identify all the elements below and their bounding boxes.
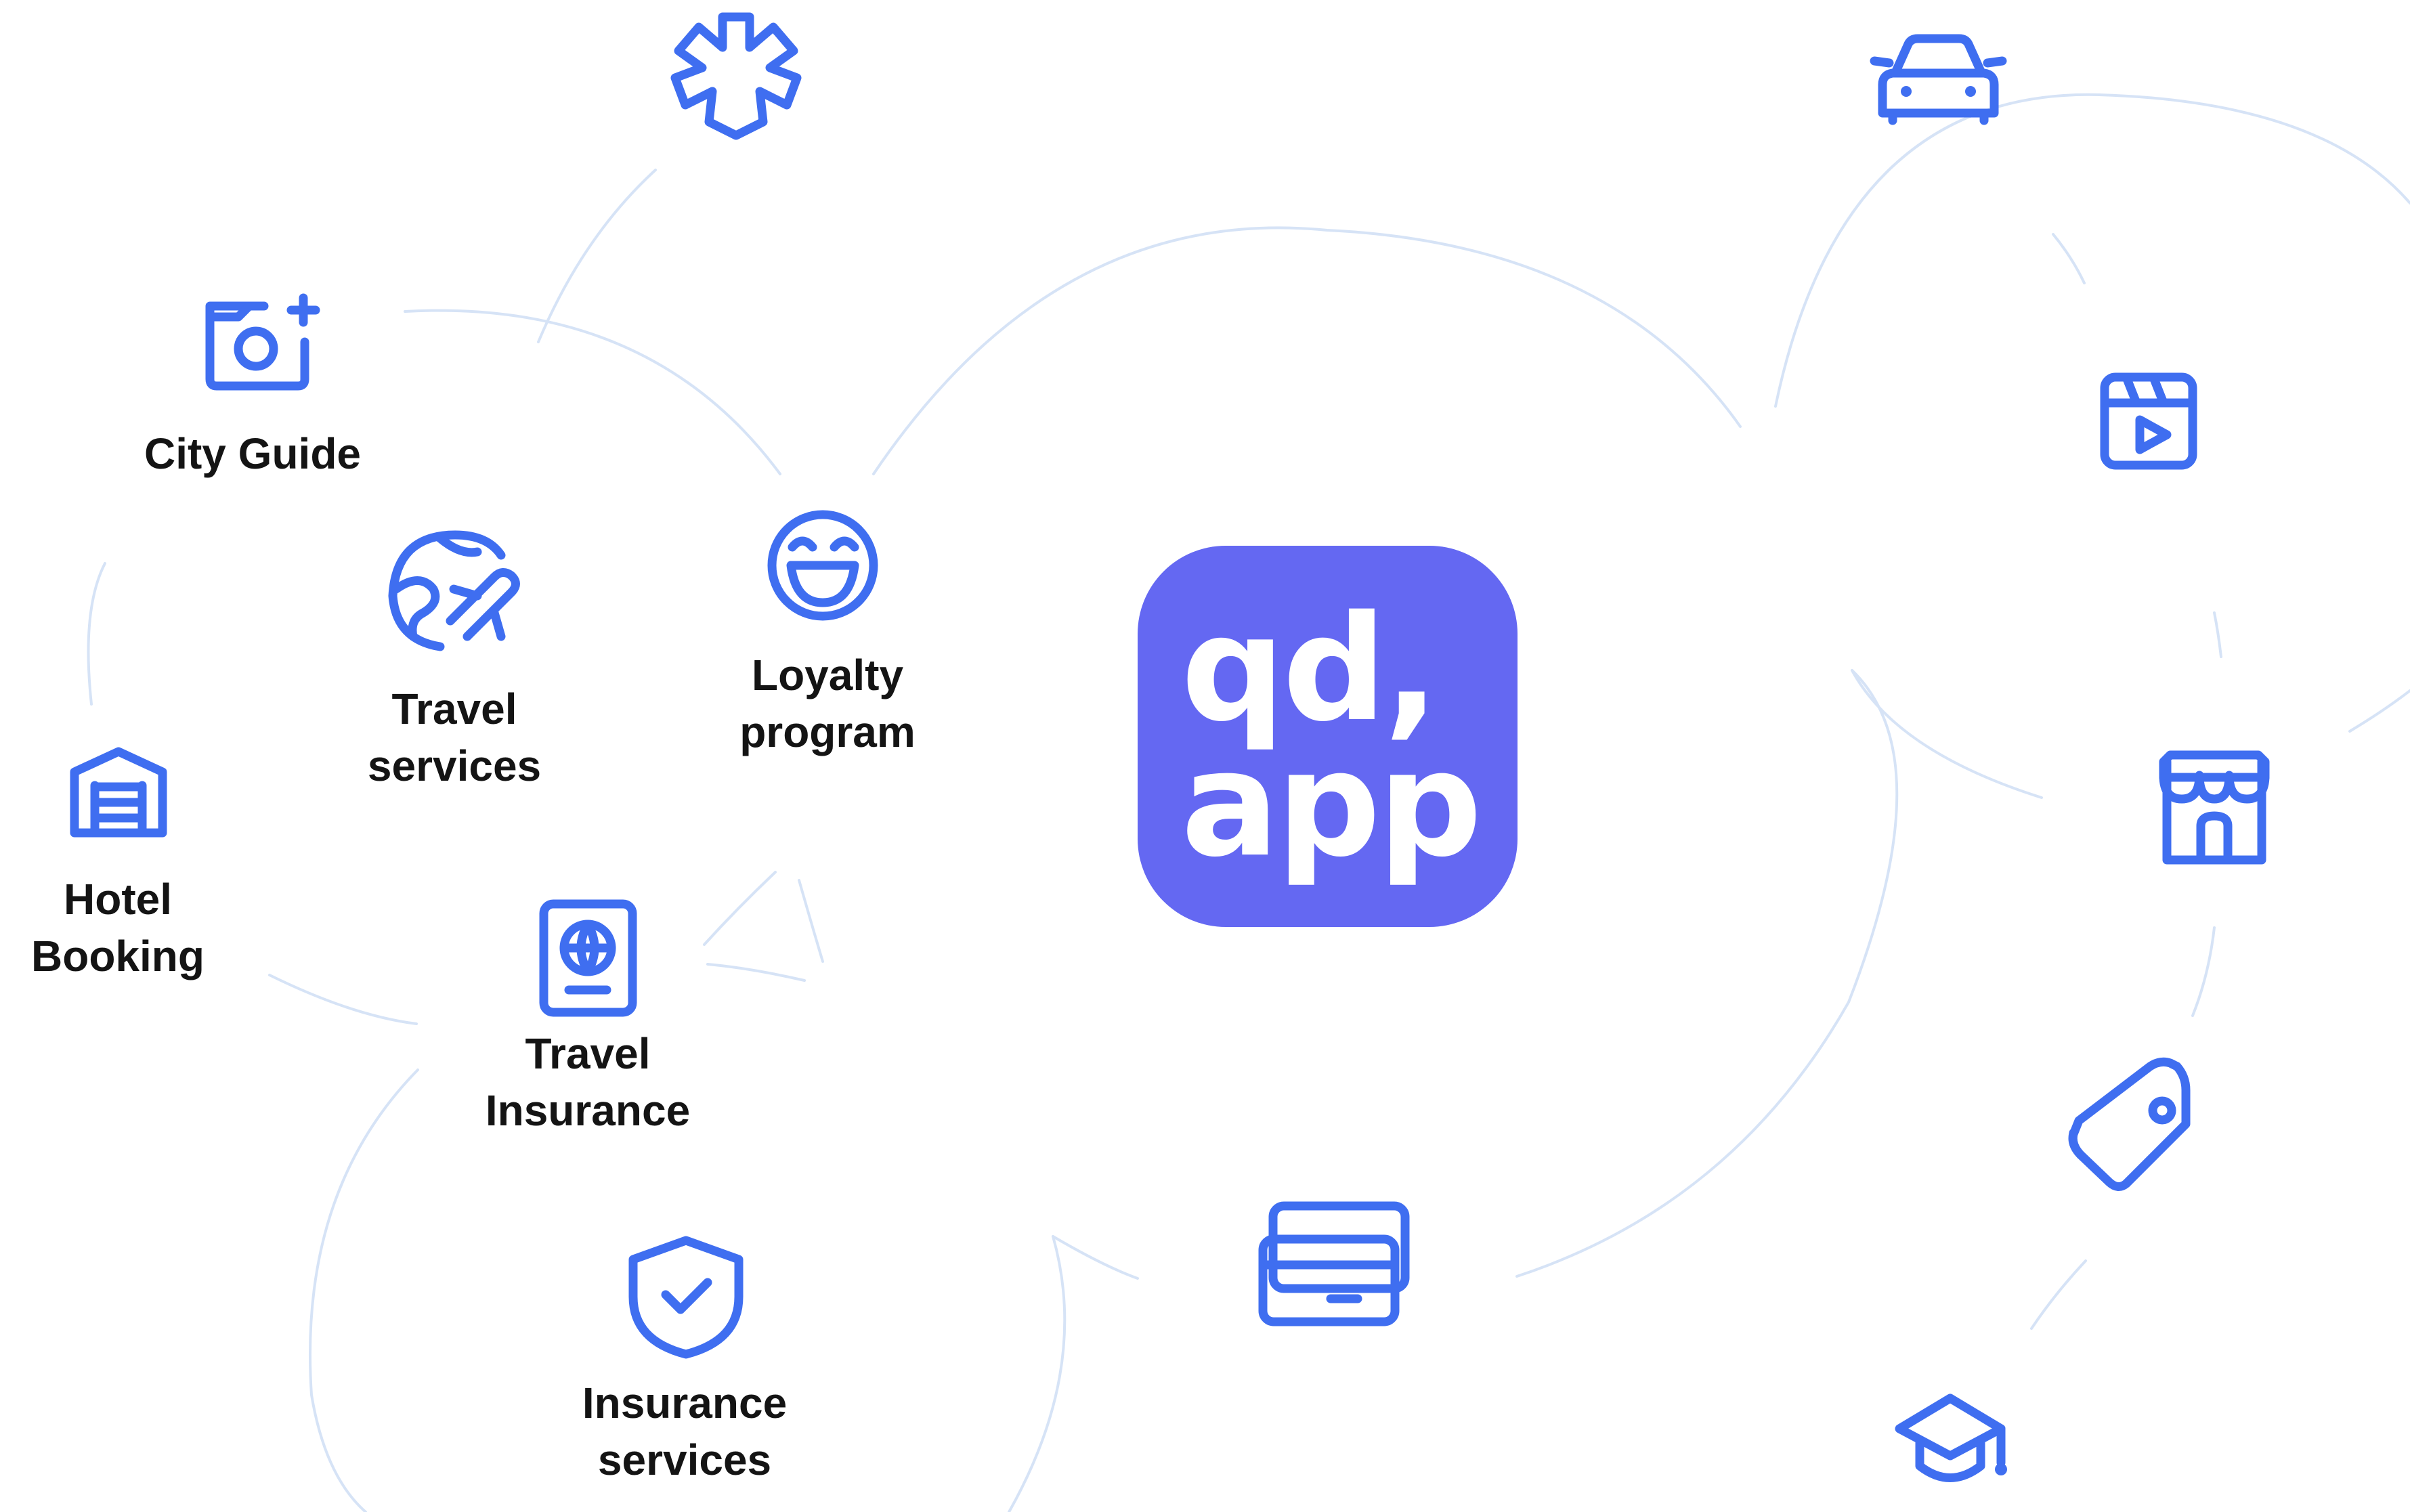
logo-text-line-1: qd, (1181, 584, 1439, 754)
credit-cards-icon (1258, 1201, 1410, 1326)
ecosystem-diagram: qd, app City Guide Travel services Loyal… (0, 0, 2410, 1512)
travel-insurance-line-1: Travel (525, 1029, 651, 1078)
globe-plane-icon (388, 530, 520, 651)
insurance-services-line-2: services (597, 1435, 772, 1484)
city-guide-text: City Guide (144, 429, 362, 478)
camera-plus-icon (205, 293, 320, 391)
travel-insurance-label: Travel Insurance (486, 1025, 690, 1139)
loyalty-program-label: Loyalty program (739, 647, 916, 760)
insurance-services-line-1: Insurance (582, 1379, 788, 1427)
city-guide-label: City Guide (144, 425, 361, 482)
logo-text-line-2: app (1181, 719, 1482, 889)
video-player-icon (2100, 372, 2197, 470)
hotel-garage-icon (70, 747, 167, 838)
travel-services-line-1: Travel (391, 685, 517, 733)
loyalty-program-line-1: Loyalty (751, 651, 904, 699)
price-tag-icon (2068, 1057, 2191, 1191)
travel-services-line-2: services (367, 741, 542, 790)
travel-services-label: Travel services (368, 681, 541, 794)
graduation-cap-icon (1895, 1394, 2007, 1482)
shield-check-icon (628, 1236, 744, 1359)
loyalty-program-line-2: program (739, 708, 916, 756)
passport-icon (539, 899, 637, 1017)
smiley-face-icon (767, 510, 878, 621)
insurance-services-label: Insurance services (582, 1375, 787, 1488)
car-icon (1870, 34, 2007, 125)
qd-app-logo: qd, app (1138, 546, 1518, 927)
medical-asterisk-icon (670, 12, 802, 140)
hotel-booking-label: Hotel Booking (31, 871, 205, 985)
hotel-booking-line-1: Hotel (64, 875, 172, 924)
hotel-booking-line-2: Booking (31, 932, 205, 980)
travel-insurance-line-2: Insurance (485, 1086, 691, 1135)
storefront-icon (2159, 750, 2270, 865)
